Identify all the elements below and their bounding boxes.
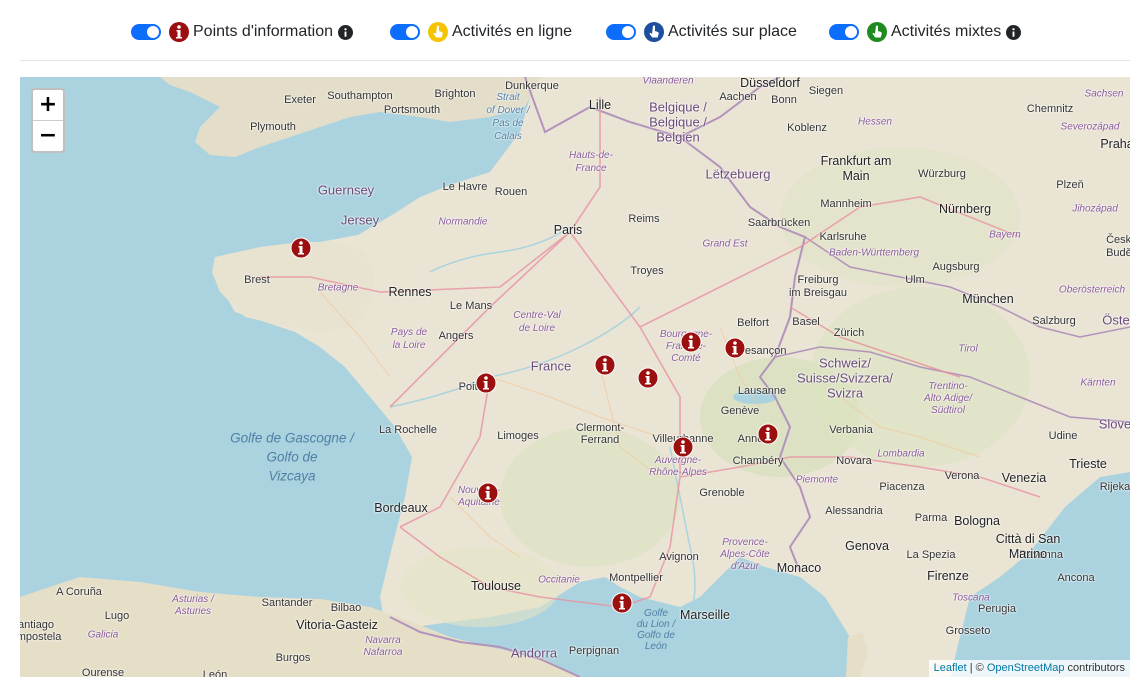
attribution-suffix: contributors (1064, 662, 1125, 674)
map-container[interactable]: Dunkerque Düsseldorf Vlaanderen Lille Aa… (20, 77, 1130, 677)
filter-label: Activités mixtes (891, 23, 1002, 40)
filter-label: Activités sur place (668, 23, 797, 40)
filter-onsite-activities[interactable]: Activités sur place (606, 20, 797, 44)
attribution-separator: | © (966, 662, 987, 674)
filter-label: Activités en ligne (452, 23, 573, 40)
info-marker[interactable] (290, 237, 312, 259)
toggle-switch[interactable] (390, 24, 420, 40)
zoom-out-button[interactable]: − (33, 121, 63, 151)
info-marker[interactable] (757, 423, 779, 445)
zoom-control: + − (31, 88, 65, 153)
filter-label: Points d'information (193, 23, 334, 40)
info-marker[interactable] (477, 482, 499, 504)
info-marker[interactable] (724, 337, 746, 359)
leaflet-link[interactable]: Leaflet (934, 662, 967, 674)
hand-pointer-icon (867, 22, 887, 42)
info-marker[interactable] (475, 372, 497, 394)
info-marker[interactable] (680, 331, 702, 353)
toggle-switch[interactable] (606, 24, 636, 40)
map-attribution: Leaflet | © OpenStreetMap contributors (928, 660, 1130, 677)
filter-info-points[interactable]: Points d'information (131, 20, 354, 44)
info-marker[interactable] (611, 592, 633, 614)
filter-mixed-activities[interactable]: Activités mixtes (829, 20, 1022, 44)
hand-pointer-icon (644, 22, 664, 42)
info-circle-icon[interactable] (1006, 24, 1022, 40)
info-marker[interactable] (637, 367, 659, 389)
hand-pointer-icon (428, 22, 448, 42)
toggle-switch[interactable] (829, 24, 859, 40)
zoom-in-button[interactable]: + (33, 90, 63, 121)
info-marker[interactable] (594, 354, 616, 376)
map-tiles (20, 77, 1130, 677)
info-marker[interactable] (672, 436, 694, 458)
filter-online-activities[interactable]: Activités en ligne (390, 20, 572, 44)
info-icon (169, 22, 189, 42)
osm-link[interactable]: OpenStreetMap (987, 662, 1065, 674)
divider (20, 60, 1130, 61)
filter-bar: Points d'information Activités en ligne … (0, 0, 1145, 62)
info-circle-icon[interactable] (338, 24, 354, 40)
toggle-switch[interactable] (131, 24, 161, 40)
